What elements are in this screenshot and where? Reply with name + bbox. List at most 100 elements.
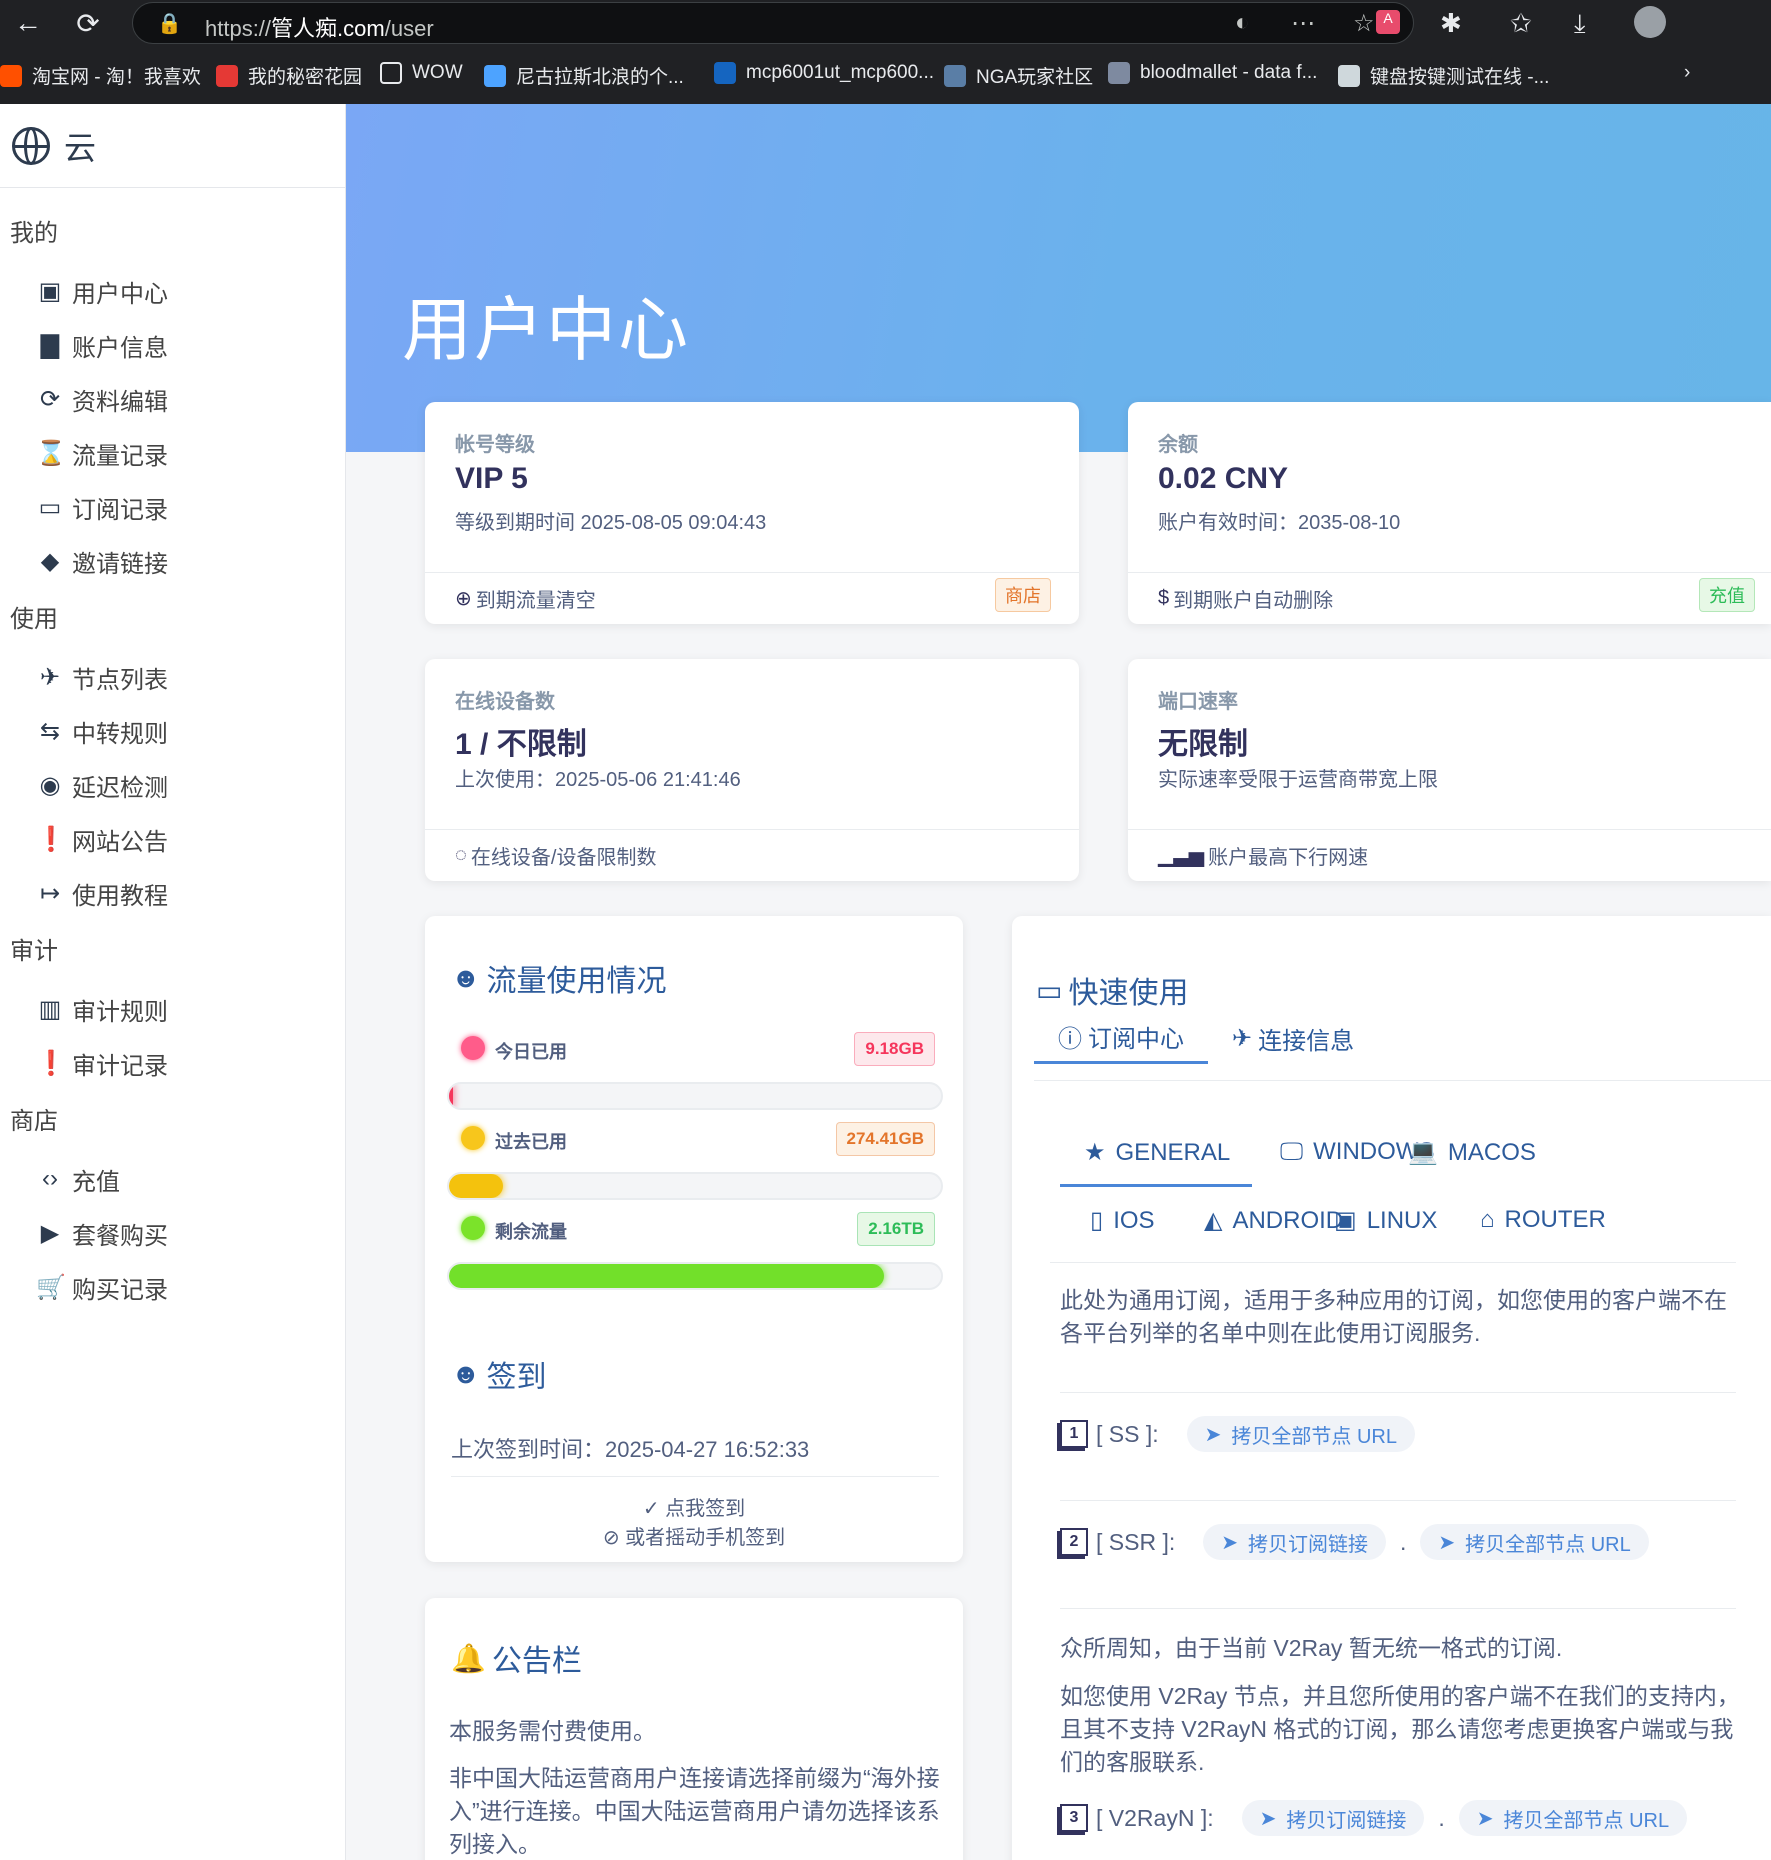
airplane-icon: ✈	[39, 663, 61, 691]
tab-router-label: ROUTER	[1504, 1206, 1606, 1233]
sidebar-item[interactable]: ◆ 邀请链接	[0, 534, 345, 588]
spinner-icon: ◌	[455, 844, 467, 866]
sidebar-item-label: 套餐购买	[72, 1222, 168, 1250]
devices-last-used: 上次使用：2025-05-06 21:41:46	[455, 769, 741, 791]
tab-subscription-center[interactable]: ⓘ 订阅中心	[1034, 1012, 1208, 1064]
v2ray-note-1: 众所周知，由于当前 V2Ray 暂无统一格式的订阅.	[1060, 1635, 1563, 1661]
download-icon[interactable]: ⤓	[1574, 8, 1586, 40]
tab-macos[interactable]: 💻 MACOS	[1408, 1138, 1536, 1167]
tab-router[interactable]: ⌂ ROUTER	[1480, 1206, 1606, 1234]
shop-badge[interactable]: 商店	[995, 578, 1051, 612]
eye-icon: ◉	[39, 771, 61, 799]
status-dot-icon	[461, 1036, 485, 1060]
bookmark-item[interactable]: 尼古拉斯北浪的个...	[484, 62, 684, 89]
v2rayn-copy-all-nodes-button[interactable]: ➤ 拷贝全部节点 URL	[1458, 1800, 1688, 1836]
recharge-badge[interactable]: 充值	[1699, 578, 1755, 612]
edge-icon[interactable]: ◐	[1235, 9, 1250, 37]
sidebar-item[interactable]: ▣ 用户中心	[0, 264, 345, 318]
tab-connection-info[interactable]: ✈ 连接信息	[1208, 1012, 1378, 1064]
number-3-icon: 3	[1060, 1804, 1088, 1832]
checkin-button[interactable]: ✓ 点我签到	[425, 1492, 963, 1521]
traffic-progress-fill	[449, 1264, 885, 1288]
traffic-progress-fill	[449, 1084, 453, 1108]
sidebar-item[interactable]: ▇ 账户信息	[0, 318, 345, 372]
address-bar[interactable]: 🔒 https://管人痴.com/user ◐ ⋯ ☆	[132, 2, 1414, 44]
bookmark-item[interactable]: bloodmallet - data f...	[1108, 62, 1317, 84]
tab-linux[interactable]: ▣ LINUX	[1334, 1206, 1437, 1235]
ssr-copy-all-nodes-button[interactable]: ➤ 拷贝全部节点 URL	[1420, 1524, 1649, 1560]
sidebar-item[interactable]: ▥ 审计规则	[0, 982, 345, 1036]
bookmark-item[interactable]: 我的秘密花园	[216, 62, 362, 89]
ss-row: 1 [ SS ]: ➤ 拷贝全部节点 URL	[1060, 1416, 1415, 1452]
lock-icon: 🔒	[157, 13, 182, 35]
platform-divider	[1050, 1262, 1736, 1263]
checkin-last-time: 上次签到时间：2025-04-27 16:52:33	[451, 1437, 810, 1462]
sidebar-item[interactable]: ⌛ 流量记录	[0, 426, 345, 480]
devices-label: 在线设备数	[455, 691, 555, 713]
ssr-label: [ SSR ]:	[1096, 1528, 1176, 1555]
sidebar-item[interactable]: ❗ 网站公告	[0, 812, 345, 866]
sidebar-item-label: 充值	[72, 1168, 120, 1196]
star-icon[interactable]: ☆	[1353, 9, 1375, 38]
sidebar-item[interactable]: ⇆ 中转规则	[0, 704, 345, 758]
tab-general[interactable]: ★ GENERAL	[1084, 1138, 1230, 1167]
bank-icon: ▥	[38, 995, 62, 1023]
bookmarks-more-icon[interactable]: ›	[1684, 62, 1690, 84]
sidebar-item[interactable]: ▶ 套餐购买	[0, 1206, 345, 1260]
hourglass-icon: ⌛	[36, 439, 66, 467]
sidebar-item[interactable]: ⟳ 资料编辑	[0, 372, 345, 426]
brand[interactable]: 云	[0, 104, 345, 188]
bookmark-favicon-icon	[380, 62, 402, 84]
tab-ios[interactable]: ▯ IOS	[1090, 1206, 1155, 1235]
bookmark-item[interactable]: NGA玩家社区	[944, 62, 1093, 89]
bookmark-item[interactable]: mcp6001ut_mcp600...	[714, 62, 934, 84]
bookmark-item[interactable]: WOW	[380, 62, 463, 84]
traffic-title-text: 流量使用情况	[486, 965, 667, 998]
bookmark-item[interactable]: 淘宝网 - 淘！我喜欢	[0, 62, 201, 89]
desktop-tower-icon: ▣	[1334, 1207, 1357, 1234]
extensions-icon[interactable]: ✱	[1440, 8, 1462, 39]
level-label: 帐号等级	[455, 434, 535, 456]
reload-icon[interactable]: ⟳	[60, 0, 116, 46]
status-dot-icon	[461, 1216, 485, 1240]
sidebar-item[interactable]: ✈ 节点列表	[0, 650, 345, 704]
more-icon[interactable]: ⋯	[1291, 9, 1315, 38]
monitor-icon: ▭	[38, 493, 62, 521]
v2rayn-copy-sub-link-button[interactable]: ➤ 拷贝订阅链接	[1241, 1800, 1425, 1836]
checkin-button-label: 点我签到	[665, 1498, 746, 1520]
sidebar-item[interactable]: ‹› 充值	[0, 1152, 345, 1206]
ssr-copy-sub-link-button[interactable]: ➤ 拷贝订阅链接	[1203, 1524, 1387, 1560]
traffic-row-label: 今日已用	[495, 1042, 567, 1062]
nav-section-title: 审计	[10, 938, 58, 965]
general-description: 此处为通用订阅，适用于多种应用的订阅，如您使用的客户端不在各平台列举的名单中则在…	[1060, 1287, 1727, 1346]
speed-note: 实际速率受限于运营商带宽上限	[1158, 769, 1438, 791]
v2rayn-label: [ V2RayN ]:	[1096, 1804, 1214, 1831]
browser-chrome: ← ⟳ 🔒 https://管人痴.com/user ◐ ⋯ ☆ A ✱ ✩ ⤓…	[0, 0, 1771, 104]
bookmarks-bar: 淘宝网 - 淘！我喜欢 我的秘密花园 WOW 尼古拉斯北浪的个... mcp6001ut…	[0, 56, 1771, 96]
translate-icon[interactable]: A	[1376, 10, 1400, 34]
phone-icon: ▯	[1090, 1207, 1104, 1234]
tab-general-label: GENERAL	[1115, 1138, 1231, 1166]
bookmark-label: 淘宝网 - 淘！我喜欢	[32, 67, 201, 88]
favorites-icon[interactable]: ✩	[1510, 8, 1532, 39]
sidebar-item[interactable]: ◉ 延迟检测	[0, 758, 345, 812]
tab-android[interactable]: ◭ ANDROID	[1204, 1206, 1343, 1235]
profile-avatar[interactable]	[1634, 6, 1666, 38]
sidebar-item-label: 邀请链接	[72, 550, 168, 578]
laptop-icon: 💻	[1408, 1139, 1438, 1166]
cart-icon: 🛒	[36, 1273, 66, 1301]
ss-copy-all-nodes-button[interactable]: ➤ 拷贝全部节点 URL	[1186, 1416, 1415, 1452]
sidebar-item[interactable]: ▭ 订阅记录	[0, 480, 345, 534]
ssr-copy-sub-link-label: 拷贝订阅链接	[1248, 1533, 1369, 1556]
bookmark-favicon-icon	[216, 64, 238, 87]
sidebar-item[interactable]: 🛒 购买记录	[0, 1260, 345, 1314]
v2rayn-copy-all-nodes-label: 拷贝全部节点 URL	[1503, 1809, 1670, 1832]
bookmark-item[interactable]: 键盘按键测试在线 -...	[1338, 62, 1549, 89]
checkin-title: ☻ 签到	[451, 1352, 546, 1396]
sidebar: 云 我的 ▣ 用户中心 ▇ 账户信息 ⟳ 资料编辑 ⌛ 流量记录 ▭ 订阅记录 ◆ 邀请链接 使用 ✈ 节点列…	[0, 104, 346, 1860]
sidebar-item[interactable]: ❗ 审计记录	[0, 1036, 345, 1090]
back-arrow-icon[interactable]: ←	[0, 0, 56, 46]
globe-icon	[12, 126, 50, 165]
sidebar-item[interactable]: ↦ 使用教程	[0, 866, 345, 920]
sync-icon: ⟳	[39, 385, 61, 413]
